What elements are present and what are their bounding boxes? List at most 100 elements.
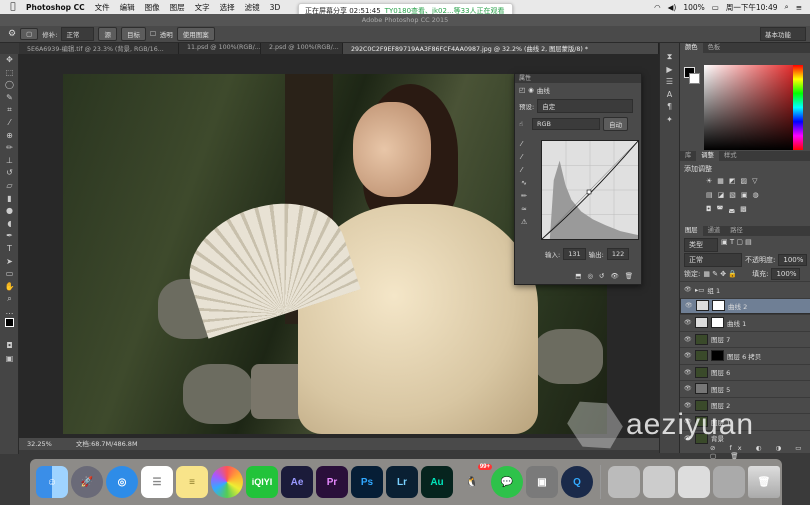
dodge-tool-icon[interactable]: ◖ — [0, 218, 19, 231]
stamp-tool-icon[interactable]: ⊥ — [0, 155, 19, 168]
destination-button[interactable]: 目标 — [120, 27, 146, 41]
pen-tool-icon[interactable]: ✒ — [0, 230, 19, 243]
curve-point[interactable] — [586, 189, 592, 195]
hue-slider[interactable] — [793, 65, 803, 150]
marquee-tool-icon[interactable]: ⬚ — [0, 67, 19, 80]
battery-percent[interactable]: 100% — [683, 3, 704, 12]
tab-doc-3[interactable]: 2.psd @ 100%(RGB/... — [261, 43, 343, 54]
history-brush-icon[interactable]: ↺ — [0, 167, 19, 180]
menu-3d[interactable]: 3D — [270, 3, 281, 12]
screen-mode-icon[interactable]: ▣ — [0, 353, 19, 366]
after-effects-icon[interactable]: Ae — [281, 466, 313, 498]
lightroom-icon[interactable]: Lr — [386, 466, 418, 498]
layer-row[interactable]: 👁 图层 6 拷贝 — [680, 347, 810, 364]
audition-icon[interactable]: Au — [421, 466, 453, 498]
workspace-select[interactable]: 基本功能 — [760, 27, 806, 41]
kind-filter-select[interactable]: 类型 — [684, 238, 718, 252]
black-point-eyedropper-icon[interactable]: ⁄ — [521, 140, 527, 148]
history-icon[interactable]: ⧗ — [660, 51, 679, 64]
visibility-eye-icon[interactable]: 👁 — [684, 385, 692, 392]
visibility-eye-icon[interactable]: 👁 — [684, 369, 692, 376]
zoom-tool-icon[interactable]: ⌕ — [0, 293, 19, 306]
adjust-icons-row-1[interactable]: ☀▦◩▨▽ — [706, 177, 763, 185]
tab-color[interactable]: 颜色 — [680, 43, 703, 53]
menu-edit[interactable]: 编辑 — [120, 2, 135, 13]
layer-name[interactable]: 图层 6 — [711, 367, 730, 377]
visibility-eye-icon[interactable]: 👁 — [684, 319, 692, 326]
lasso-tool-icon[interactable]: ◯ — [0, 79, 19, 92]
quick-select-tool-icon[interactable]: ✎ — [0, 92, 19, 105]
gray-point-eyedropper-icon[interactable]: ⁄ — [521, 153, 527, 161]
transparent-checkbox[interactable]: ☐ — [150, 30, 156, 38]
adjust-icons-row-2[interactable]: ▤◪▧▣◍ — [706, 191, 764, 199]
doc-thumbnail-icon[interactable] — [678, 466, 710, 498]
use-pattern-button[interactable]: 使用图案 — [176, 27, 215, 41]
tab-swatches[interactable]: 色板 — [703, 43, 726, 53]
background-color[interactable] — [689, 73, 700, 84]
view-previous-icon[interactable]: ◎ — [587, 272, 593, 280]
visibility-icon[interactable]: 👁 — [610, 272, 618, 280]
patch-tool-icon[interactable]: ⊕ — [0, 130, 19, 143]
menu-image[interactable]: 图像 — [145, 2, 160, 13]
type-tool-icon[interactable]: T — [0, 243, 19, 256]
zoom-level[interactable]: 32.25% — [27, 440, 52, 448]
new-selection-icon[interactable]: ▢ — [20, 28, 39, 40]
tab-doc-active[interactable]: 292C0C2F9EF89719AA3F86FCF4AA0987.jpg @ 3… — [343, 43, 659, 54]
delete-icon[interactable]: 🗑 — [625, 272, 633, 280]
iqiyi-icon[interactable]: iQIYI — [246, 466, 278, 498]
apple-icon[interactable]:  — [6, 2, 20, 12]
launchpad-icon[interactable]: 🚀 — [71, 466, 103, 498]
lock-icons[interactable]: ▦ ✎ ✥ 🔒 — [703, 270, 737, 278]
layer-row[interactable]: 👁 图层 6 — [680, 363, 810, 381]
layer-name[interactable]: 图层 5 — [711, 384, 730, 394]
search-icon[interactable]: ⌕ — [785, 2, 789, 12]
quick-mask-icon[interactable]: ◘ — [0, 340, 19, 353]
smooth-icon[interactable]: ≈ — [521, 205, 527, 213]
screen-capture-icon[interactable]: ▣ — [526, 466, 558, 498]
layer-row[interactable]: 👁 图层 7 — [680, 330, 810, 348]
preset-select[interactable]: 自定 — [537, 99, 634, 113]
menu-file[interactable]: 文件 — [95, 2, 110, 13]
patch-tool-icon[interactable]: ⚙ — [8, 29, 16, 39]
tab-doc-2[interactable]: 11.psd @ 100%(RGB/... — [179, 43, 261, 54]
wechat-icon[interactable]: 💬 — [491, 466, 523, 498]
layer-row[interactable]: 👁 曲线 2 — [680, 297, 810, 314]
opacity-field[interactable]: 100% — [778, 254, 808, 266]
actions-icon[interactable]: ▶ — [660, 64, 679, 77]
clock[interactable]: 周一下午10:49 — [726, 2, 778, 13]
visibility-eye-icon[interactable]: 👁 — [684, 352, 692, 359]
filter-icons[interactable]: ▣ T ▢ ▤ — [721, 238, 752, 252]
doc-size[interactable]: 文档:68.7M/486.8M — [76, 440, 138, 448]
reminders-icon[interactable]: ☰ — [141, 466, 173, 498]
curve-edit-icon[interactable]: ∿ — [521, 179, 527, 187]
quicktime-icon[interactable]: Q — [561, 466, 593, 498]
mode-select[interactable]: 正常 — [61, 27, 95, 41]
tab-paths[interactable]: 路径 — [725, 226, 748, 236]
input-field[interactable]: 131 — [563, 248, 586, 260]
move-tool-icon[interactable]: ✥ — [0, 54, 19, 67]
tab-adjustments[interactable]: 调整 — [696, 151, 719, 161]
brush-presets-icon[interactable]: ✦ — [660, 114, 679, 127]
visibility-eye-icon[interactable]: 👁 — [684, 336, 692, 343]
blend-mode-select[interactable]: 正常 — [684, 253, 742, 267]
tab-doc-1[interactable]: 5E6A6939-编辑.tif @ 23.3% (背景, RGB/16... — [19, 43, 179, 54]
menu-layer[interactable]: 图层 — [170, 2, 185, 13]
tab-layers[interactable]: 图层 — [680, 226, 703, 236]
qq-icon[interactable]: 🐧 99+ — [456, 464, 492, 498]
shape-tool-icon[interactable]: ▭ — [0, 268, 19, 281]
reset-icon[interactable]: ↺ — [599, 272, 604, 280]
finder-icon[interactable]: ☺ — [36, 466, 68, 498]
trash-icon[interactable]: 🗑 — [748, 466, 780, 498]
doc-thumbnail-icon[interactable] — [713, 466, 745, 498]
visibility-eye-icon[interactable]: 👁 — [684, 286, 692, 293]
crop-tool-icon[interactable]: ⌗ — [0, 104, 19, 117]
color-swatches-icon[interactable] — [0, 318, 19, 340]
curves-graph[interactable] — [541, 140, 639, 240]
adjust-icons-row-3[interactable]: ◘◚◛▩ — [706, 205, 752, 213]
pencil-draw-icon[interactable]: ✏ — [521, 192, 527, 200]
doc-thumbnail-icon[interactable] — [608, 466, 640, 498]
safari-icon[interactable]: ◎ — [106, 466, 138, 498]
layer-name[interactable]: 曲线 2 — [728, 301, 747, 311]
wifi-icon[interactable]: ◠ — [654, 3, 661, 12]
app-menu[interactable]: Photoshop CC — [26, 3, 85, 12]
